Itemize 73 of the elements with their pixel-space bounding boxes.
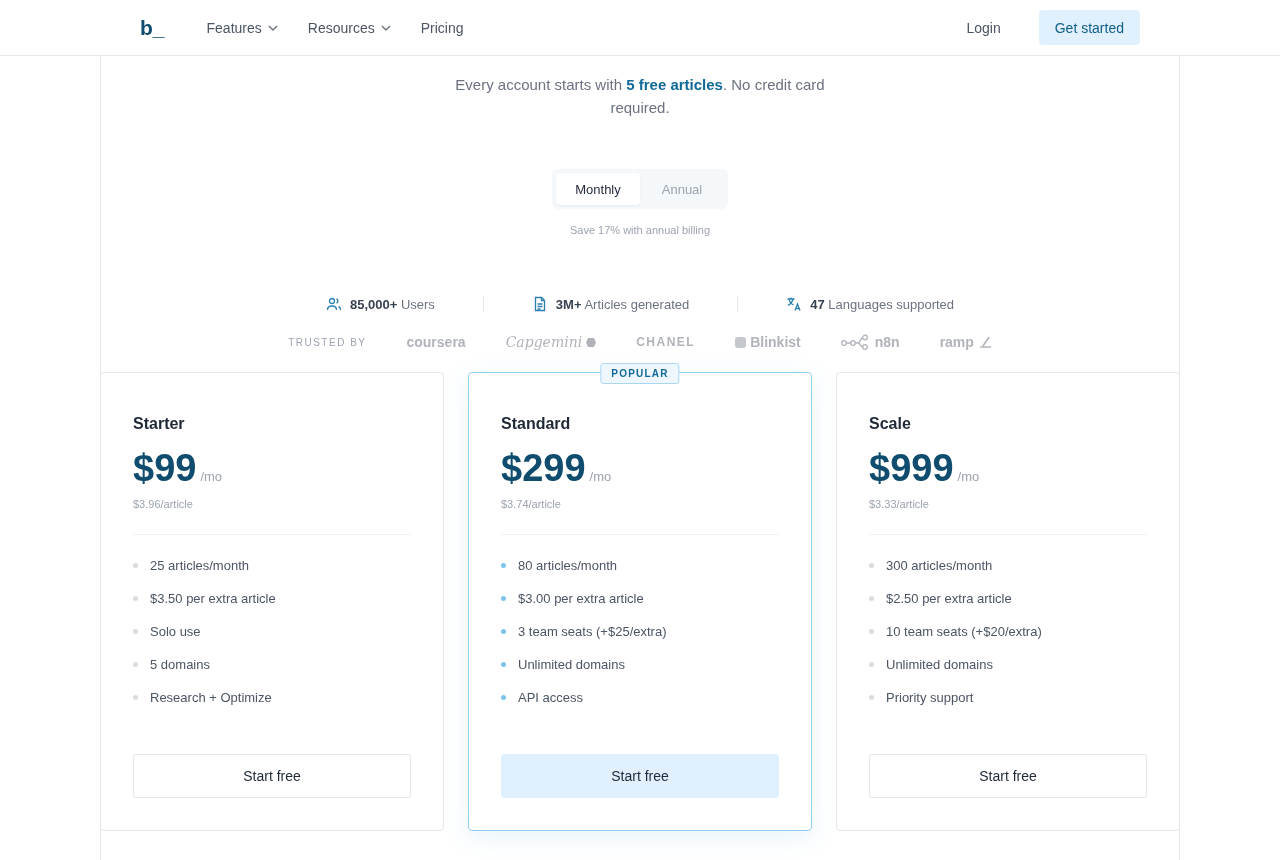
stat-text: 47 Languages supported <box>810 296 955 312</box>
nav-link[interactable]: Pricing <box>420 19 464 36</box>
bullet-icon <box>501 662 506 667</box>
start-free-button[interactable]: Start free <box>133 754 411 798</box>
chevron-down-icon <box>380 24 391 31</box>
bullet-icon <box>501 596 506 601</box>
bullet-icon <box>869 662 874 667</box>
feature-text: 3 team seats (+$25/extra) <box>518 624 667 639</box>
translate-icon <box>786 296 803 312</box>
logo[interactable]: b_ <box>140 15 165 40</box>
bullet-icon <box>869 563 874 568</box>
logo-mark-icon <box>586 337 597 347</box>
company-logo: ramp <box>939 334 974 350</box>
plan-price: $299 <box>501 447 586 490</box>
bullet-icon <box>133 563 138 568</box>
chevron-down-icon <box>267 24 278 31</box>
bullet-icon <box>133 629 138 634</box>
logo-mark-icon <box>977 336 992 348</box>
stat-text: 85,000+ Users <box>349 296 435 312</box>
price-period: /mo <box>589 469 612 484</box>
login-link[interactable]: Login <box>966 19 1001 36</box>
feature-text: $2.50 per extra article <box>886 591 1012 606</box>
feature-text: 5 domains <box>150 657 210 672</box>
users-icon <box>325 296 342 312</box>
feature-text: Unlimited domains <box>518 657 625 672</box>
company-logo: CHANEL <box>636 335 696 349</box>
stat-text: 3M+ Articles generated <box>555 296 690 312</box>
get-started-button[interactable]: Get started <box>1038 10 1140 45</box>
billing-option[interactable]: Monthly <box>556 173 640 205</box>
nav-link[interactable]: Features <box>206 19 278 36</box>
bullet-icon <box>501 695 506 700</box>
feature-text: $3.50 per extra article <box>150 591 276 606</box>
company-logo: Blinkist <box>750 334 801 350</box>
feature-text: 25 articles/month <box>150 558 249 573</box>
nav-link[interactable]: Resources <box>307 19 391 36</box>
bullet-icon <box>133 695 138 700</box>
bullet-icon <box>501 563 506 568</box>
feature-text: 10 team seats (+$20/extra) <box>886 624 1042 639</box>
feature-text: 80 articles/month <box>518 558 617 573</box>
per-article-price: $3.33/article <box>869 498 930 510</box>
plan-name: Starter <box>133 415 186 433</box>
company-logo: coursera <box>406 334 466 350</box>
feature-text: Research + Optimize <box>150 690 272 705</box>
start-free-button[interactable]: Start free <box>501 754 779 798</box>
feature-text: API access <box>518 690 584 705</box>
logo-mark-icon <box>735 336 747 348</box>
bullet-icon <box>869 596 874 601</box>
plan-name: Standard <box>501 415 572 433</box>
per-article-price: $3.96/article <box>133 498 194 510</box>
nodes-icon <box>840 334 871 350</box>
feature-text: Priority support <box>886 690 974 705</box>
intro-text: Every account starts with 5 free articles. No credit card required. <box>454 75 826 118</box>
bullet-icon <box>501 629 506 634</box>
billing-note: Save 17% with annual billing <box>569 224 710 236</box>
company-logo: Capgemini <box>505 334 583 350</box>
plan-price: $999 <box>869 447 954 490</box>
feature-text: Unlimited domains <box>886 657 993 672</box>
feature-text: 300 articles/month <box>886 558 993 573</box>
bullet-icon <box>869 629 874 634</box>
bullet-icon <box>133 662 138 667</box>
plan-price: $99 <box>133 447 197 490</box>
popular-badge: POPULAR <box>600 363 680 384</box>
bullet-icon <box>133 596 138 601</box>
price-period: /mo <box>957 469 980 484</box>
trusted-by-label: TRUSTED BY <box>288 336 367 348</box>
bullet-icon <box>869 695 874 700</box>
company-logo: n8n <box>874 334 900 350</box>
start-free-button[interactable]: Start free <box>869 754 1147 798</box>
feature-text: Solo use <box>150 624 201 639</box>
price-period: /mo <box>200 469 223 484</box>
per-article-price: $3.74/article <box>501 498 562 510</box>
feature-text: $3.00 per extra article <box>518 591 644 606</box>
plan-name: Scale <box>869 415 912 433</box>
